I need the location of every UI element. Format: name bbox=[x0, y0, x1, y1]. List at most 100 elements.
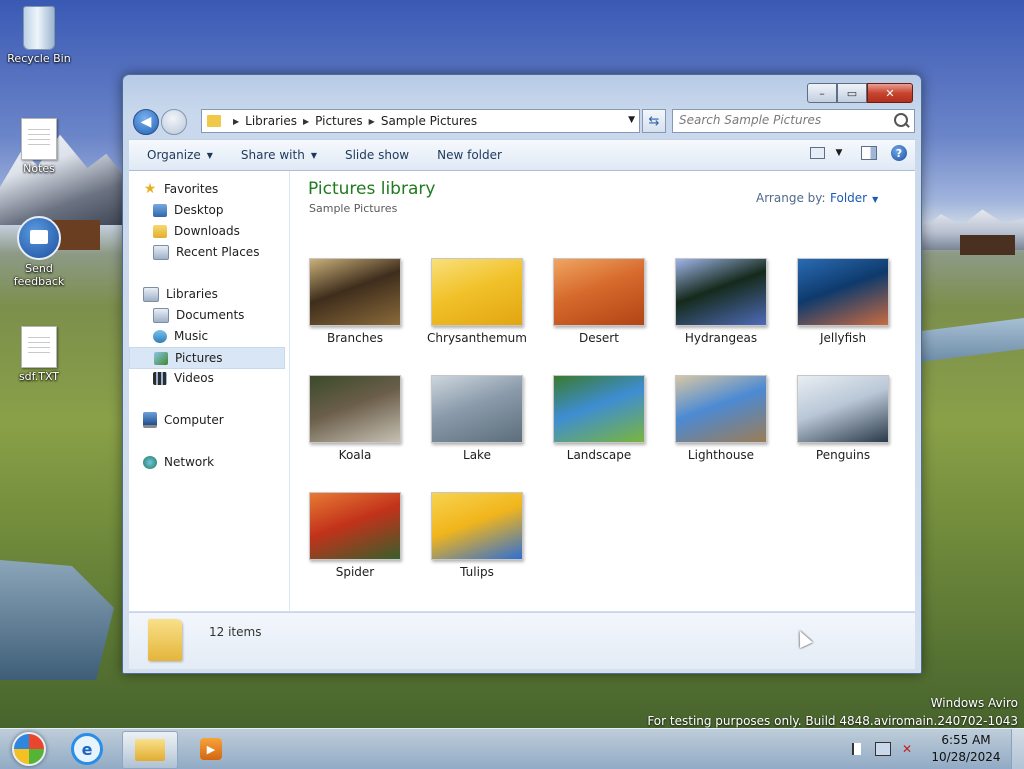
file-item-desert[interactable]: Desert bbox=[544, 258, 654, 345]
start-button[interactable] bbox=[6, 731, 52, 767]
nav-item-network[interactable]: Network bbox=[143, 452, 301, 472]
nav-item-recent-places[interactable]: Recent Places bbox=[153, 242, 311, 262]
share-with-label: Share with bbox=[240, 148, 305, 162]
flag-icon bbox=[852, 743, 866, 755]
desktop-icon-sdf-txt[interactable]: sdf.TXT bbox=[0, 326, 78, 383]
nav-item-label: Downloads bbox=[174, 224, 240, 238]
view-controls: ▼ ? bbox=[795, 145, 907, 161]
close-button[interactable]: ✕ bbox=[867, 83, 913, 103]
breadcrumb-separator[interactable]: ▶ bbox=[303, 117, 309, 126]
help-button[interactable]: ? bbox=[891, 145, 907, 161]
desktop-icon-recycle-bin[interactable]: Recycle Bin bbox=[0, 6, 78, 65]
file-name: Desert bbox=[579, 331, 619, 345]
refresh-icon: ⇆ bbox=[648, 113, 660, 129]
forward-button[interactable] bbox=[161, 109, 187, 135]
breadcrumb-libraries[interactable]: Libraries bbox=[245, 114, 297, 128]
breadcrumb-pictures[interactable]: Pictures bbox=[315, 114, 363, 128]
folder-icon bbox=[207, 115, 221, 127]
preview-pane-button[interactable] bbox=[861, 145, 877, 161]
volume-button[interactable]: ✕ bbox=[899, 741, 915, 757]
nav-item-pictures[interactable]: Pictures bbox=[129, 347, 285, 369]
thumbnail-image bbox=[431, 375, 523, 443]
pictures-icon bbox=[154, 351, 168, 365]
file-item-chrysanthemum[interactable]: Chrysanthemum bbox=[422, 258, 532, 345]
file-name: Hydrangeas bbox=[684, 331, 758, 345]
search-input[interactable] bbox=[673, 110, 884, 130]
chevron-down-icon: ▼ bbox=[835, 148, 843, 158]
thumbnail-image bbox=[553, 258, 645, 326]
file-item-lake[interactable]: Lake bbox=[422, 375, 532, 462]
star-icon: ★ bbox=[143, 181, 157, 197]
nav-item-favorites[interactable]: ★ Favorites bbox=[143, 179, 301, 199]
windows-logo-icon bbox=[12, 732, 46, 766]
desktop-wallpaper-stream bbox=[920, 318, 1024, 362]
item-count: 12 items bbox=[209, 625, 262, 639]
nav-item-libraries[interactable]: Libraries bbox=[143, 284, 301, 304]
more-options-button[interactable]: ▼ bbox=[831, 145, 847, 161]
nav-item-label: Music bbox=[174, 329, 209, 343]
minimize-button[interactable]: – bbox=[807, 83, 837, 103]
desktop-icon-send-feedback[interactable]: Send feedback bbox=[0, 216, 78, 288]
nav-item-documents[interactable]: Documents bbox=[153, 305, 311, 325]
search-icon[interactable] bbox=[894, 113, 908, 127]
desktop-icon-label: Send feedback bbox=[13, 262, 65, 288]
show-desktop-button[interactable] bbox=[1011, 729, 1024, 769]
chevron-down-icon: ▼ bbox=[872, 195, 879, 204]
thumbnail-image bbox=[797, 258, 889, 326]
taskbar-windows-explorer[interactable] bbox=[122, 731, 178, 769]
breadcrumb-sample-pictures[interactable]: Sample Pictures bbox=[381, 114, 477, 128]
desktop-icon-notes[interactable]: Notes bbox=[0, 118, 78, 175]
slide-show-button[interactable]: Slide show bbox=[335, 148, 419, 162]
command-bar: Organize ▼ Share with ▼ Slide show New f… bbox=[129, 139, 915, 171]
file-item-tulips[interactable]: Tulips bbox=[422, 492, 532, 579]
nav-item-videos[interactable]: Videos bbox=[153, 368, 311, 388]
share-with-menu[interactable]: Share with ▼ bbox=[231, 148, 327, 162]
file-item-koala[interactable]: Koala bbox=[300, 375, 410, 462]
file-item-hydrangeas[interactable]: Hydrangeas bbox=[666, 258, 776, 345]
explorer-window: – ▭ ✕ ◀ ▶ Libraries ▶ Pictures ▶ Sample … bbox=[122, 74, 922, 674]
window-controls: – ▭ ✕ bbox=[807, 83, 913, 103]
thumbnail-image bbox=[309, 258, 401, 326]
desktop-wallpaper-barn bbox=[960, 235, 1015, 255]
desktop-icon-label: Notes bbox=[23, 162, 55, 175]
documents-icon bbox=[153, 307, 169, 323]
clock[interactable]: 6:55 AM 10/28/2024 bbox=[929, 732, 1003, 766]
breadcrumb-separator[interactable]: ▶ bbox=[233, 117, 239, 126]
file-name: Landscape bbox=[566, 448, 632, 462]
file-name: Lake bbox=[463, 448, 491, 462]
chevron-down-icon[interactable]: ▼ bbox=[628, 115, 635, 125]
new-folder-button[interactable]: New folder bbox=[427, 148, 512, 162]
watermark-edition: Windows Aviro bbox=[930, 696, 1018, 710]
nav-item-label: Pictures bbox=[175, 351, 223, 365]
file-item-landscape[interactable]: Landscape bbox=[544, 375, 654, 462]
taskbar-internet-explorer[interactable]: e bbox=[60, 731, 114, 767]
file-item-branches[interactable]: Branches bbox=[300, 258, 410, 345]
action-center-button[interactable] bbox=[851, 741, 867, 757]
file-item-penguins[interactable]: Penguins bbox=[788, 375, 898, 462]
nav-item-label: Favorites bbox=[164, 182, 219, 196]
network-tray-button[interactable] bbox=[875, 741, 891, 757]
arrange-by-dropdown[interactable]: Folder ▼ bbox=[830, 191, 878, 205]
organize-menu[interactable]: Organize ▼ bbox=[137, 148, 223, 162]
nav-item-music[interactable]: Music bbox=[153, 326, 311, 346]
nav-item-downloads[interactable]: Downloads bbox=[153, 221, 311, 241]
nav-item-computer[interactable]: Computer bbox=[143, 410, 301, 430]
file-item-jellyfish[interactable]: Jellyfish bbox=[788, 258, 898, 345]
breadcrumb-separator[interactable]: ▶ bbox=[369, 117, 375, 126]
address-bar[interactable]: ▶ Libraries ▶ Pictures ▶ Sample Pictures… bbox=[201, 109, 640, 133]
maximize-button[interactable]: ▭ bbox=[837, 83, 867, 103]
text-document-icon bbox=[21, 118, 57, 160]
clock-time: 6:55 AM bbox=[941, 733, 991, 747]
nav-item-desktop[interactable]: Desktop bbox=[153, 200, 311, 220]
library-subtitle: Sample Pictures bbox=[309, 202, 398, 215]
back-button[interactable]: ◀ bbox=[133, 109, 159, 135]
file-item-lighthouse[interactable]: Lighthouse bbox=[666, 375, 776, 462]
taskbar-media-player[interactable]: ▶ bbox=[184, 731, 238, 767]
nav-item-label: Documents bbox=[176, 308, 245, 322]
refresh-button[interactable]: ⇆ bbox=[642, 109, 666, 133]
change-view-button[interactable] bbox=[809, 145, 825, 161]
file-item-spider[interactable]: Spider bbox=[300, 492, 410, 579]
nav-item-label: Desktop bbox=[174, 203, 224, 217]
search-box[interactable] bbox=[672, 109, 915, 133]
thumbnail-image bbox=[553, 375, 645, 443]
